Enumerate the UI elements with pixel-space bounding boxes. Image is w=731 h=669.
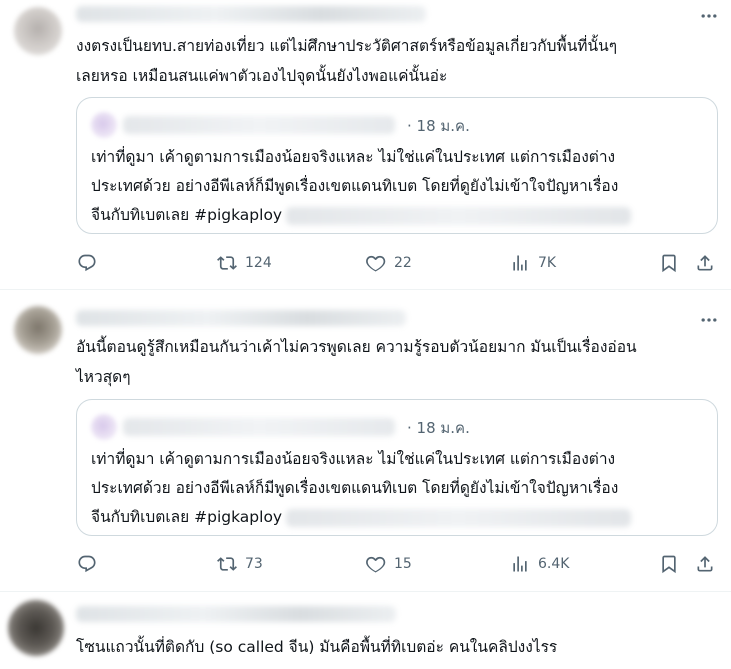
reply-button[interactable] — [77, 251, 97, 275]
quoted-date: · 18 ม.ค. — [407, 419, 470, 437]
quoted-tweet[interactable]: · 18 ม.ค. เท่าที่ดูมา เค้าดูตามการเมืองน… — [76, 399, 718, 536]
bookmark-button[interactable] — [659, 552, 679, 576]
like-button[interactable]: 15 — [366, 552, 412, 576]
share-icon — [697, 255, 713, 271]
heart-icon — [366, 255, 386, 272]
retweet-count: 73 — [245, 556, 263, 572]
tweet-actions: 124 22 7K — [76, 251, 718, 275]
reply-icon — [78, 254, 96, 272]
tweet-text: โซนแถวนั้นที่ติดกับ (so called จีน) มันค… — [76, 632, 557, 662]
tweet[interactable]: โซนแถวนั้นที่ติดกับ (so called จีน) มันค… — [0, 592, 731, 669]
analytics-icon — [513, 556, 527, 572]
tweet-text-line: งงตรงเป็นยทบ.สายท่องเที่ยว แต่ไม่ศึกษาปร… — [76, 37, 618, 55]
quoted-text-line: เท่าที่ดูมา เค้าดูตามการเมืองน้อยจริงแหล… — [91, 450, 616, 468]
tweet-actions: 73 15 6.4K — [76, 552, 718, 576]
like-count: 15 — [394, 556, 412, 572]
reply-icon — [78, 555, 96, 573]
quoted-text-line: เท่าที่ดูมา เค้าดูตามการเมืองน้อยจริงแหล… — [91, 148, 616, 166]
quoted-text-span: จีนกับทิเบตเลย #pigkaploy — [91, 508, 283, 526]
share-icon — [697, 556, 713, 572]
quoted-author-redacted — [123, 116, 395, 134]
retweet-button[interactable]: 73 — [217, 552, 263, 576]
more-options-button[interactable] — [697, 6, 721, 26]
more-horizontal-icon — [701, 318, 717, 322]
tweet[interactable]: งงตรงเป็นยทบ.สายท่องเที่ยว แต่ไม่ศึกษาปร… — [0, 0, 731, 288]
avatar[interactable] — [14, 306, 62, 354]
heart-icon — [366, 556, 386, 573]
retweet-button[interactable]: 124 — [217, 251, 272, 275]
analytics-icon — [513, 255, 527, 271]
quoted-text-line-last: จีนกับทิเบตเลย #pigkaploy — [91, 201, 632, 230]
share-button[interactable] — [695, 251, 715, 275]
tweet-text-line: ไหวสุดๆ — [76, 368, 131, 386]
quoted-text: เท่าที่ดูมา เค้าดูตามการเมืองน้อยจริงแหล… — [91, 143, 632, 230]
tweet-text-line: เลยหรอ เหมือนสนแค่พาตัวเองไปจุดนั้นยังไง… — [76, 67, 448, 85]
bookmark-icon — [662, 254, 676, 273]
bookmark-icon — [662, 555, 676, 574]
quoted-text-line-last: จีนกับทิเบตเลย #pigkaploy — [91, 503, 632, 532]
tweet-text-line: อันนี้ตอนดูรู้สึกเหมือนกันว่าเค้าไม่ควรพ… — [76, 338, 637, 356]
quoted-author-redacted — [123, 418, 395, 436]
tweet-text-line: โซนแถวนั้นที่ติดกับ (so called จีน) มันค… — [76, 638, 558, 656]
redacted-link — [286, 206, 632, 225]
bookmark-button[interactable] — [659, 251, 679, 275]
tweet-text: งงตรงเป็นยทบ.สายท่องเที่ยว แต่ไม่ศึกษาปร… — [76, 31, 617, 91]
retweet-count: 124 — [245, 255, 272, 271]
quoted-text: เท่าที่ดูมา เค้าดูตามการเมืองน้อยจริงแหล… — [91, 445, 632, 532]
views-count: 7K — [538, 255, 557, 271]
views-button[interactable]: 7K — [510, 251, 556, 275]
tweet-text: อันนี้ตอนดูรู้สึกเหมือนกันว่าเค้าไม่ควรพ… — [76, 332, 637, 392]
author-name-redacted[interactable] — [76, 310, 406, 326]
views-count: 6.4K — [538, 556, 570, 572]
quoted-avatar — [91, 414, 117, 440]
more-options-button[interactable] — [697, 310, 721, 330]
quoted-text-line: ประเทศด้วย อย่างอีพีเลห์ก็มีพูดเรื่องเขต… — [91, 177, 619, 195]
tweet[interactable]: อันนี้ตอนดูรู้สึกเหมือนกันว่าเค้าไม่ควรพ… — [0, 290, 731, 590]
retweet-icon — [217, 557, 237, 571]
quoted-date: · 18 ม.ค. — [407, 117, 470, 135]
reply-button[interactable] — [77, 552, 97, 576]
author-name-redacted[interactable] — [76, 6, 426, 22]
quoted-avatar — [91, 112, 117, 138]
views-button[interactable]: 6.4K — [510, 552, 569, 576]
retweet-icon — [217, 256, 237, 270]
quoted-text-span: จีนกับทิเบตเลย #pigkaploy — [91, 206, 283, 224]
author-name-redacted[interactable] — [76, 606, 396, 622]
like-count: 22 — [394, 255, 412, 271]
share-button[interactable] — [695, 552, 715, 576]
avatar[interactable] — [14, 7, 62, 55]
redacted-link — [286, 508, 632, 527]
like-button[interactable]: 22 — [366, 251, 412, 275]
more-horizontal-icon — [701, 14, 717, 18]
quoted-tweet[interactable]: · 18 ม.ค. เท่าที่ดูมา เค้าดูตามการเมืองน… — [76, 97, 718, 234]
avatar[interactable] — [8, 600, 64, 656]
quoted-text-line: ประเทศด้วย อย่างอีพีเลห์ก็มีพูดเรื่องเขต… — [91, 479, 619, 497]
